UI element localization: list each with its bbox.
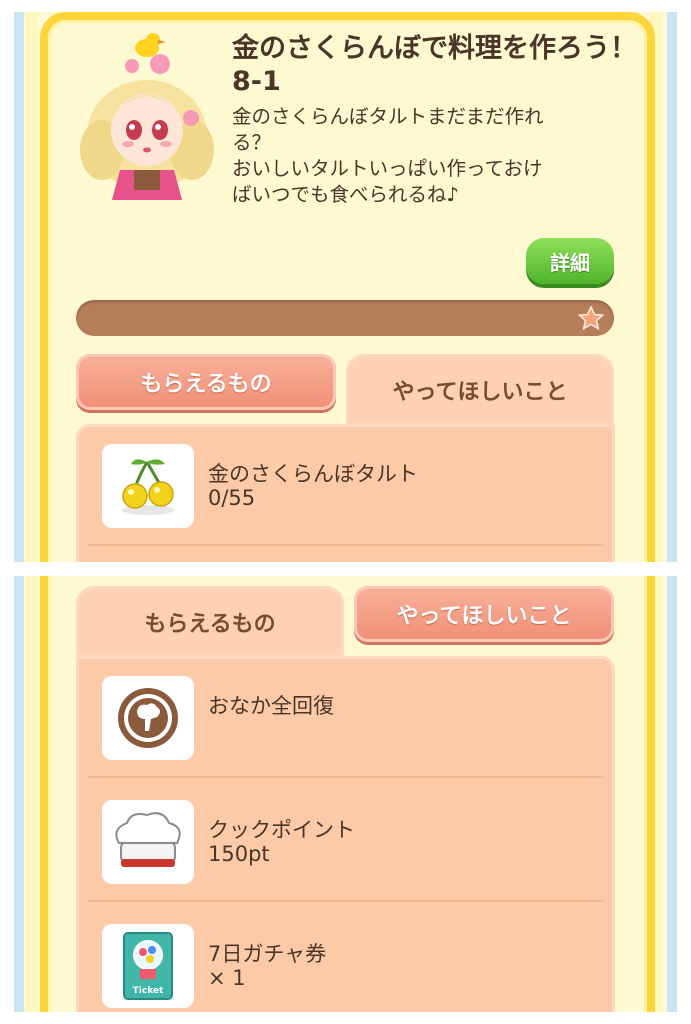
- golden-cherry-icon: [122, 459, 174, 515]
- quest-title: 金のさくらんぼで料理を作ろう！8-1: [232, 33, 637, 97]
- task-icon-box: [102, 444, 194, 528]
- row-divider: [88, 544, 603, 546]
- rewards-panel: おなか全回復 クックポイント 150pt Ticket 7日ガチャ券 × 1: [76, 656, 615, 1012]
- reward-icon-box: [102, 800, 194, 884]
- rewards-screen: もらえるもの やってほしいこと おなか全回復 クックポイント 150pt Tic…: [14, 576, 677, 1012]
- quest-description-line: おいしいタルトいっぱい作っておけ: [232, 157, 543, 180]
- reward-name: 7日ガチャ券: [208, 942, 327, 966]
- reward-row: Ticket 7日ガチャ券 × 1: [88, 904, 603, 1012]
- row-divider: [88, 900, 603, 902]
- quest-progress-bar: [76, 300, 614, 336]
- detail-button[interactable]: 詳細: [526, 238, 614, 284]
- reward-row: おなか全回復: [88, 656, 603, 778]
- gacha-ticket-icon: Ticket: [123, 932, 173, 1000]
- quest-description-line: ばいつでも食べられるね♪: [232, 183, 459, 206]
- reward-icon-box: Ticket: [102, 924, 194, 1008]
- tab-rewards[interactable]: もらえるもの: [76, 586, 344, 658]
- left-edge: [14, 576, 24, 1012]
- quest-description-line: る？: [232, 131, 272, 154]
- reward-name: おなか全回復: [208, 694, 334, 718]
- character-avatar: [80, 33, 214, 200]
- task-progress: 0/55: [208, 486, 256, 510]
- chef-hat-icon: [115, 812, 181, 867]
- quest-description: 金のさくらんぼタルトまだまだ作れ る？ おいしいタルトいっぱい作っておけ ばいつ…: [232, 104, 642, 208]
- tab-tasks[interactable]: やってほしいこと: [346, 354, 614, 426]
- right-edge: [667, 576, 677, 1012]
- tasks-panel: 金のさくらんぼタルト 0/55: [76, 424, 615, 562]
- reward-amount: × 1: [208, 966, 246, 990]
- hunger-restore-icon: [118, 688, 178, 748]
- left-edge: [14, 12, 24, 562]
- task-name: 金のさくらんぼタルト: [208, 462, 418, 486]
- reward-icon-box: [102, 676, 194, 760]
- tab-tasks[interactable]: やってほしいこと: [354, 586, 614, 642]
- quest-description-line: 金のさくらんぼタルトまだまだ作れ: [232, 105, 544, 128]
- reward-name: クックポイント: [208, 818, 355, 842]
- task-row: 金のさくらんぼタルト 0/55: [88, 424, 603, 546]
- tasks-screen: 金のさくらんぼで料理を作ろう！8-1 金のさくらんぼタルトまだまだ作れ る？ お…: [14, 12, 677, 562]
- ticket-label: Ticket: [133, 986, 164, 996]
- star-icon: [578, 306, 604, 330]
- reward-amount: 150pt: [208, 842, 270, 866]
- row-divider: [88, 776, 603, 778]
- reward-row: クックポイント 150pt: [88, 780, 603, 902]
- tab-rewards[interactable]: もらえるもの: [76, 354, 336, 410]
- right-edge: [667, 12, 677, 562]
